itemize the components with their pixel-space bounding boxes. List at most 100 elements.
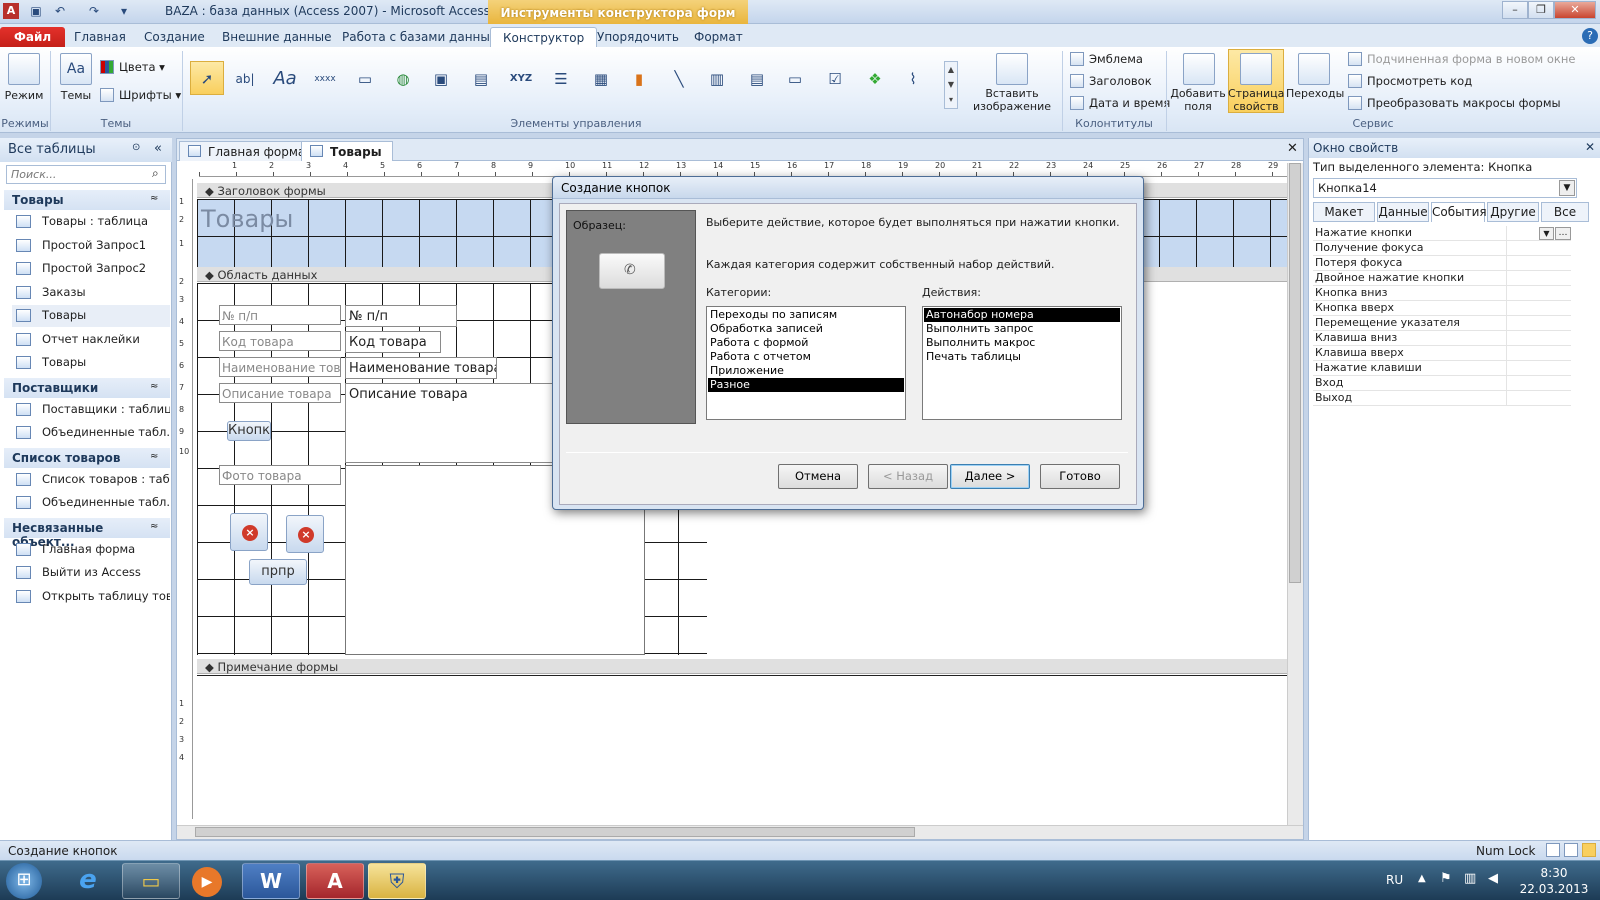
chevron-down-icon[interactable]: ▼ [1559, 180, 1575, 196]
navigation-tool[interactable]: ▤ [464, 61, 498, 95]
select-pointer-tool[interactable]: ➚ [190, 61, 224, 95]
subform-new-window-button[interactable]: Подчиненная форма в новом окне [1348, 49, 1575, 69]
vertical-scroll-thumb[interactable] [1289, 163, 1301, 583]
nav-item[interactable]: Объединенные табл... [12, 492, 170, 514]
chevron-up-icon[interactable]: ≈ [150, 451, 163, 462]
controls-gallery-scroll[interactable]: ▲ ▼ ▾ [944, 61, 958, 109]
security-taskbar-button[interactable]: ⛨ [368, 863, 426, 899]
checkbox-tool[interactable]: ☑ [818, 61, 852, 95]
tab-control-tool[interactable]: ▭ [348, 61, 382, 95]
prop-tab[interactable]: Данные [1377, 202, 1429, 222]
tab-home[interactable]: Главная [62, 27, 138, 48]
close-properties-icon[interactable]: ✕ [1585, 140, 1595, 154]
close-document-icon[interactable]: ✕ [1287, 141, 1298, 156]
property-row[interactable]: Потеря фокуса [1313, 256, 1571, 271]
list-item[interactable]: Переходы по записям [708, 308, 904, 322]
form-view-icon[interactable] [1546, 843, 1560, 857]
action-center-icon[interactable]: ⚑ [1440, 871, 1452, 886]
form-button-kn[interactable]: Кнопк [227, 421, 271, 441]
next-button[interactable]: Далее > [950, 464, 1030, 489]
hyperlink-tool[interactable]: ◍ [386, 61, 420, 95]
access-app-icon[interactable]: A [3, 3, 19, 19]
property-row[interactable]: Клавиша вверх [1313, 346, 1571, 361]
close-window-button[interactable]: ✕ [1554, 1, 1596, 19]
tray-expand-icon[interactable]: ▲ [1418, 873, 1426, 884]
list-item[interactable]: Выполнить запрос [924, 322, 1120, 336]
emblem-button[interactable]: Эмблема [1070, 49, 1143, 69]
internet-explorer-icon[interactable]: e [68, 865, 108, 897]
nav-item[interactable]: Открыть таблицу тов... [12, 586, 170, 608]
design-view-icon[interactable] [1582, 843, 1596, 857]
volume-icon[interactable]: ◀ [1488, 871, 1498, 886]
help-icon[interactable]: ? [1582, 28, 1598, 44]
nav-item[interactable]: Выйти из Access [12, 562, 170, 584]
web-browser-tool[interactable]: ▣ [424, 61, 458, 95]
image-tool[interactable]: ❖ [858, 61, 892, 95]
doc-tab-main-form[interactable]: Главная форма [179, 141, 317, 161]
nav-menu-icon[interactable]: ⊙ [132, 142, 140, 153]
redo-icon[interactable]: ↷ [86, 3, 102, 19]
nav-pane-header[interactable]: Все таблицы ⊙ « [0, 138, 172, 162]
property-row[interactable]: Перемещение указателя [1313, 316, 1571, 331]
insert-image-icon[interactable] [996, 53, 1028, 85]
transitions-icon[interactable] [1298, 53, 1330, 85]
property-row[interactable]: Нажатие кнопки [1313, 226, 1571, 241]
nav-item[interactable]: Объединенные табл... [12, 422, 170, 444]
chevron-up-icon[interactable]: ≈ [150, 521, 163, 532]
add-fields-icon[interactable] [1183, 53, 1215, 85]
insert-image-label[interactable]: Вставить изображение [964, 87, 1060, 113]
view-mode-label[interactable]: Режим [2, 89, 46, 102]
access-taskbar-button[interactable]: A [306, 863, 364, 899]
nav-group-header[interactable]: Поставщики [4, 377, 170, 398]
chevron-up-icon[interactable]: ≈ [150, 193, 163, 204]
textbox-tool[interactable]: ab| [228, 61, 262, 95]
date-time-button[interactable]: Дата и время [1070, 93, 1170, 113]
tab-design[interactable]: Конструктор [490, 27, 598, 48]
field-code[interactable]: Код товара [345, 331, 441, 353]
line-tool[interactable]: ╲ [662, 61, 696, 95]
prop-tab[interactable]: Другие [1487, 202, 1539, 222]
list-box-tool[interactable]: ▤ [740, 61, 774, 95]
nav-group-header[interactable]: Несвязанные объект... [4, 517, 170, 549]
form-button-prpr[interactable]: прпр [249, 559, 307, 585]
attachment-tool[interactable]: ⌇ [896, 61, 930, 95]
list-item[interactable]: Выполнить макрос [924, 336, 1120, 350]
explorer-taskbar-button[interactable]: ▭ [122, 863, 180, 899]
nav-item[interactable]: Простой Запрос1 [12, 235, 170, 257]
button-tool[interactable]: xxxx [308, 61, 342, 95]
media-player-icon[interactable]: ▶ [192, 867, 222, 897]
header-button[interactable]: Заголовок [1070, 71, 1152, 91]
list-item[interactable]: Печать таблицы [924, 350, 1120, 364]
nav-search-input[interactable]: Поиск... [6, 165, 166, 184]
list-item[interactable]: Разное [708, 378, 904, 392]
label-description[interactable]: Описание товара [219, 383, 341, 403]
nav-item[interactable]: Товары : таблица [12, 211, 170, 233]
nav-item[interactable]: Товары [12, 305, 170, 327]
language-indicator[interactable]: RU [1386, 873, 1403, 887]
restore-button[interactable]: ❐ [1528, 1, 1554, 19]
tab-external-data[interactable]: Внешние данные [210, 27, 343, 48]
close-form-button-1[interactable]: × [230, 513, 268, 551]
network-icon[interactable]: ▥ [1464, 871, 1476, 886]
back-button[interactable]: < Назад [868, 464, 948, 489]
cancel-button[interactable]: Отмена [778, 464, 858, 489]
prop-tab[interactable]: Макет [1313, 202, 1375, 222]
start-button[interactable]: ⊞ [6, 863, 42, 899]
view-code-button[interactable]: Просмотреть код [1348, 71, 1472, 91]
tab-create[interactable]: Создание [132, 27, 217, 48]
property-row[interactable]: Вход [1313, 376, 1571, 391]
nav-item[interactable]: Поставщики : таблица [12, 399, 170, 421]
tab-arrange[interactable]: Упорядочить [585, 27, 691, 48]
label-code[interactable]: Код товара [219, 331, 341, 351]
close-form-button-2[interactable]: × [286, 515, 324, 553]
categories-listbox[interactable]: Переходы по записям Обработка записей Рабо… [706, 306, 906, 420]
nav-collapse-icon[interactable]: « [154, 141, 162, 156]
page-break-tool[interactable]: ☰ [544, 61, 578, 95]
doc-tab-tovary[interactable]: Товары [301, 141, 393, 161]
label-name[interactable]: Наименование товара [219, 357, 341, 377]
rectangle-tool[interactable]: ▭ [778, 61, 812, 95]
add-fields-label[interactable]: Добавить поля [1168, 87, 1228, 113]
list-item[interactable]: Работа с формой [708, 336, 904, 350]
tab-file[interactable]: Файл [0, 27, 66, 48]
nav-item[interactable]: Товары [12, 352, 170, 374]
